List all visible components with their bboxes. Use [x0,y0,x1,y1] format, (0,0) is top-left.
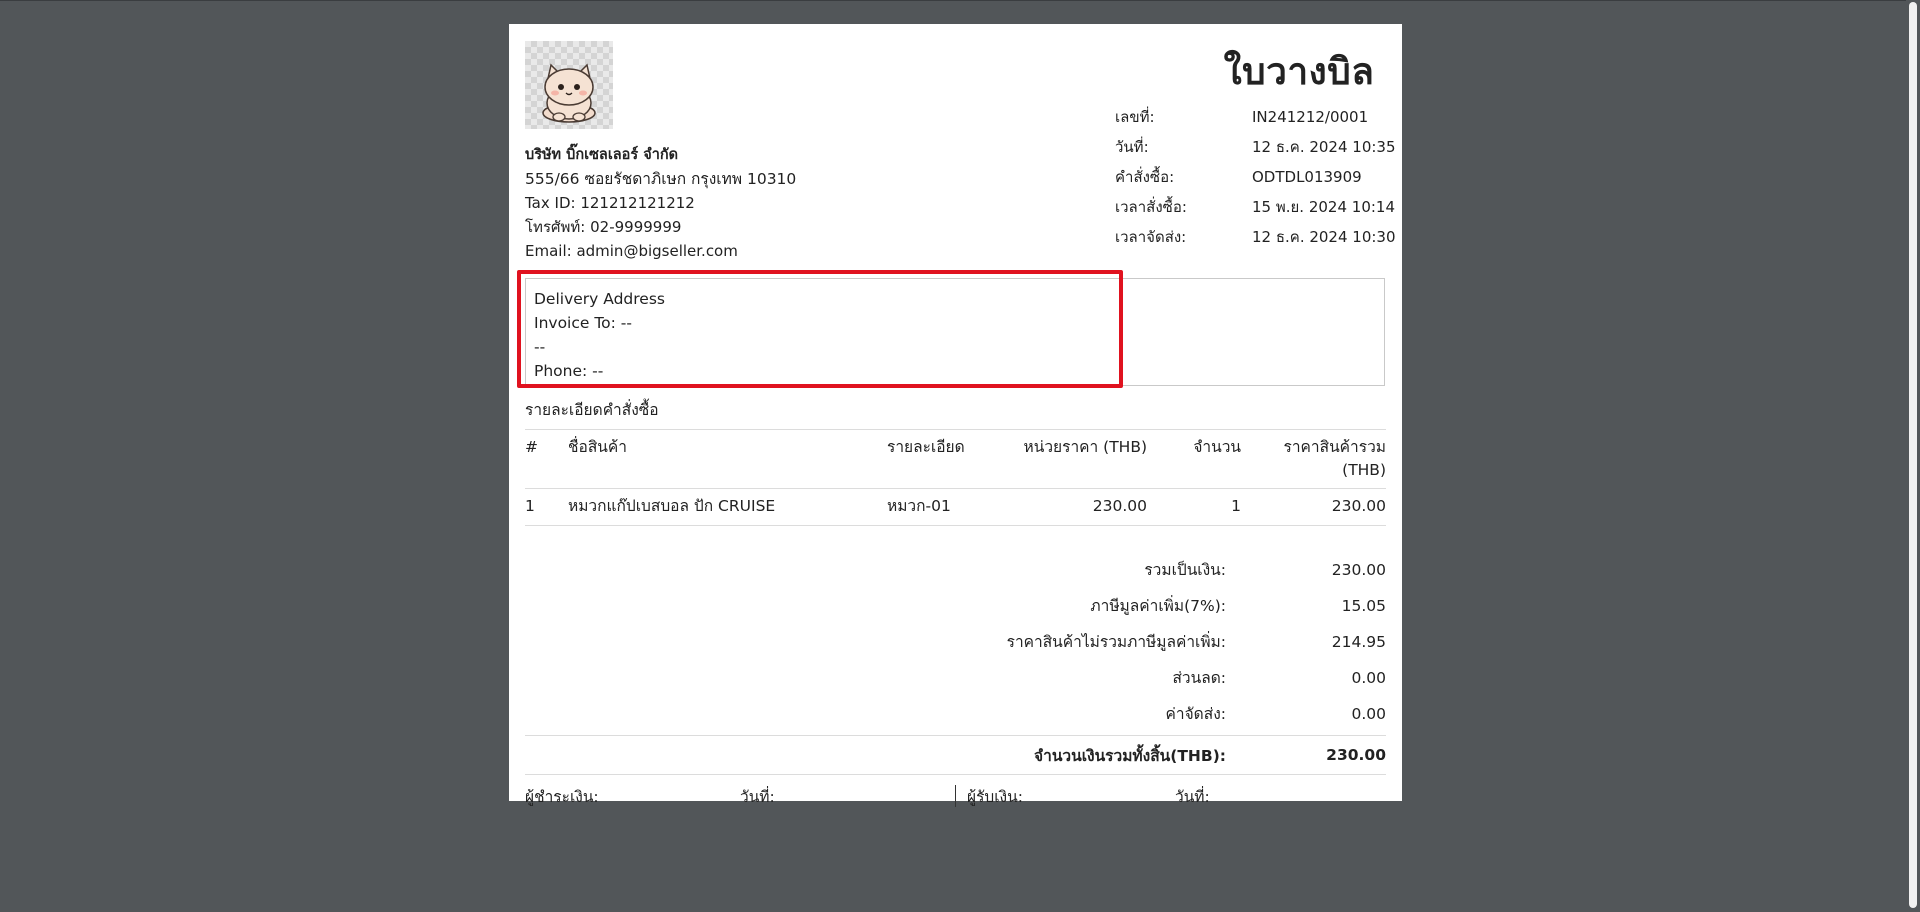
meta-row: เวลาสั่งซื้อ: 15 พ.ย. 2024 10:14 [1115,192,1402,222]
meta-value: ODTDL013909 [1252,168,1362,186]
vertical-scrollbar[interactable] [1906,0,1920,912]
total-label: ค่าจัดส่ง: [1165,705,1226,723]
company-info: บริษัท บิ๊กเซลเลอร์ จำกัด 555/66 ซอยรัชด… [525,143,796,263]
total-row: ค่าจัดส่ง: 0.00 [525,696,1386,732]
total-row: รวมเป็นเงิน: 230.00 [525,552,1386,588]
top-border [0,0,1920,1]
total-value: 230.00 [1331,561,1386,579]
meta-label: วันที่: [1115,138,1149,156]
payer-label: ผู้ชำระเงิน: [525,788,599,806]
total-row: ส่วนลด: 0.00 [525,660,1386,696]
total-row: ภาษีมูลค่าเพิ่ม(7%): 15.05 [525,588,1386,624]
col-unit-price: หน่วยราคา (THB) [997,429,1147,489]
meta-row: วันที่: 12 ธ.ค. 2024 10:35 [1115,132,1402,162]
grand-total-row: จำนวนเงินรวมทั้งสิ้น(THB): 230.00 [525,735,1386,775]
document-meta: เลขที่: IN241212/0001 วันที่: 12 ธ.ค. 20… [1115,102,1402,252]
document-title: ใบวางบิล [1223,50,1375,93]
col-quantity: จำนวน [1147,429,1241,489]
col-detail: รายละเอียด [887,429,997,489]
invoice-page: บริษัท บิ๊กเซลเลอร์ จำกัด 555/66 ซอยรัชด… [509,24,1402,807]
receiver-date-label: วันที่: [1175,788,1210,806]
highlight-box [517,270,1123,388]
meta-label: คำสั่งซื้อ: [1115,168,1175,186]
table-header-row: # ชื่อสินค้า รายละเอียด หน่วยราคา (THB) … [525,429,1386,489]
payer-date-label: วันที่: [740,788,775,806]
meta-value: 12 ธ.ค. 2024 10:30 [1252,228,1396,246]
col-total-price: ราคาสินค้ารวม (THB) [1241,429,1386,489]
cell-product-name: หมวกแก๊ปเบสบอล ปัก CRUISE [568,488,887,526]
cell-total-price: 230.00 [1241,488,1386,526]
totals-summary: รวมเป็นเงิน: 230.00 ภาษีมูลค่าเพิ่ม(7%):… [525,552,1386,732]
meta-row: คำสั่งซื้อ: ODTDL013909 [1115,162,1402,192]
grand-total-value: 230.00 [1326,746,1386,764]
company-name: บริษัท บิ๊กเซลเลอร์ จำกัด [525,147,679,163]
receiver-label: ผู้รับเงิน: [967,788,1023,806]
cat-logo-icon [525,41,613,129]
meta-row: เลขที่: IN241212/0001 [1115,102,1402,132]
total-label: ราคาสินค้าไม่รวมภาษีมูลค่าเพิ่ม: [1006,633,1226,651]
meta-value: IN241212/0001 [1252,108,1369,126]
col-index: # [525,429,568,489]
company-phone: โทรศัพท์: 02-9999999 [525,218,682,236]
meta-label: เลขที่: [1115,108,1155,126]
total-label: รวมเป็นเงิน: [1144,561,1226,579]
company-address: 555/66 ซอยรัชดาภิเษก กรุงเทพ 10310 [525,170,797,188]
company-email: Email: admin@bigseller.com [525,242,738,260]
scrollbar-thumb[interactable] [1909,2,1917,908]
meta-row: เวลาจัดส่ง: 12 ธ.ค. 2024 10:30 [1115,222,1402,252]
total-value: 0.00 [1351,669,1386,687]
meta-label: เวลาจัดส่ง: [1115,228,1187,246]
col-total-price-label: ราคาสินค้ารวม (THB) [1283,438,1386,479]
order-section-title: รายละเอียดคำสั่งซื้อ [525,401,659,419]
meta-value: 12 ธ.ค. 2024 10:35 [1252,138,1396,156]
total-row: ราคาสินค้าไม่รวมภาษีมูลค่าเพิ่ม: 214.95 [525,624,1386,660]
meta-value: 15 พ.ย. 2024 10:14 [1252,198,1396,216]
total-value: 214.95 [1331,633,1386,651]
signature-divider [955,785,956,807]
order-items-table: # ชื่อสินค้า รายละเอียด หน่วยราคา (THB) … [525,429,1386,526]
cell-unit-price: 230.00 [997,488,1147,526]
total-value: 0.00 [1351,705,1386,723]
company-tax-id: Tax ID: 121212121212 [525,194,695,212]
total-label: ส่วนลด: [1172,669,1226,687]
meta-label: เวลาสั่งซื้อ: [1115,198,1187,216]
col-product-name: ชื่อสินค้า [568,429,887,489]
cell-quantity: 1 [1147,488,1241,526]
table-row: 1 หมวกแก๊ปเบสบอล ปัก CRUISE หมวก-01 230.… [525,488,1386,526]
cell-index: 1 [525,488,568,526]
total-label: ภาษีมูลค่าเพิ่ม(7%): [1090,597,1226,615]
grand-total-label: จำนวนเงินรวมทั้งสิ้น(THB): [1034,746,1226,765]
cell-detail: หมวก-01 [887,488,997,526]
total-value: 15.05 [1341,597,1386,615]
